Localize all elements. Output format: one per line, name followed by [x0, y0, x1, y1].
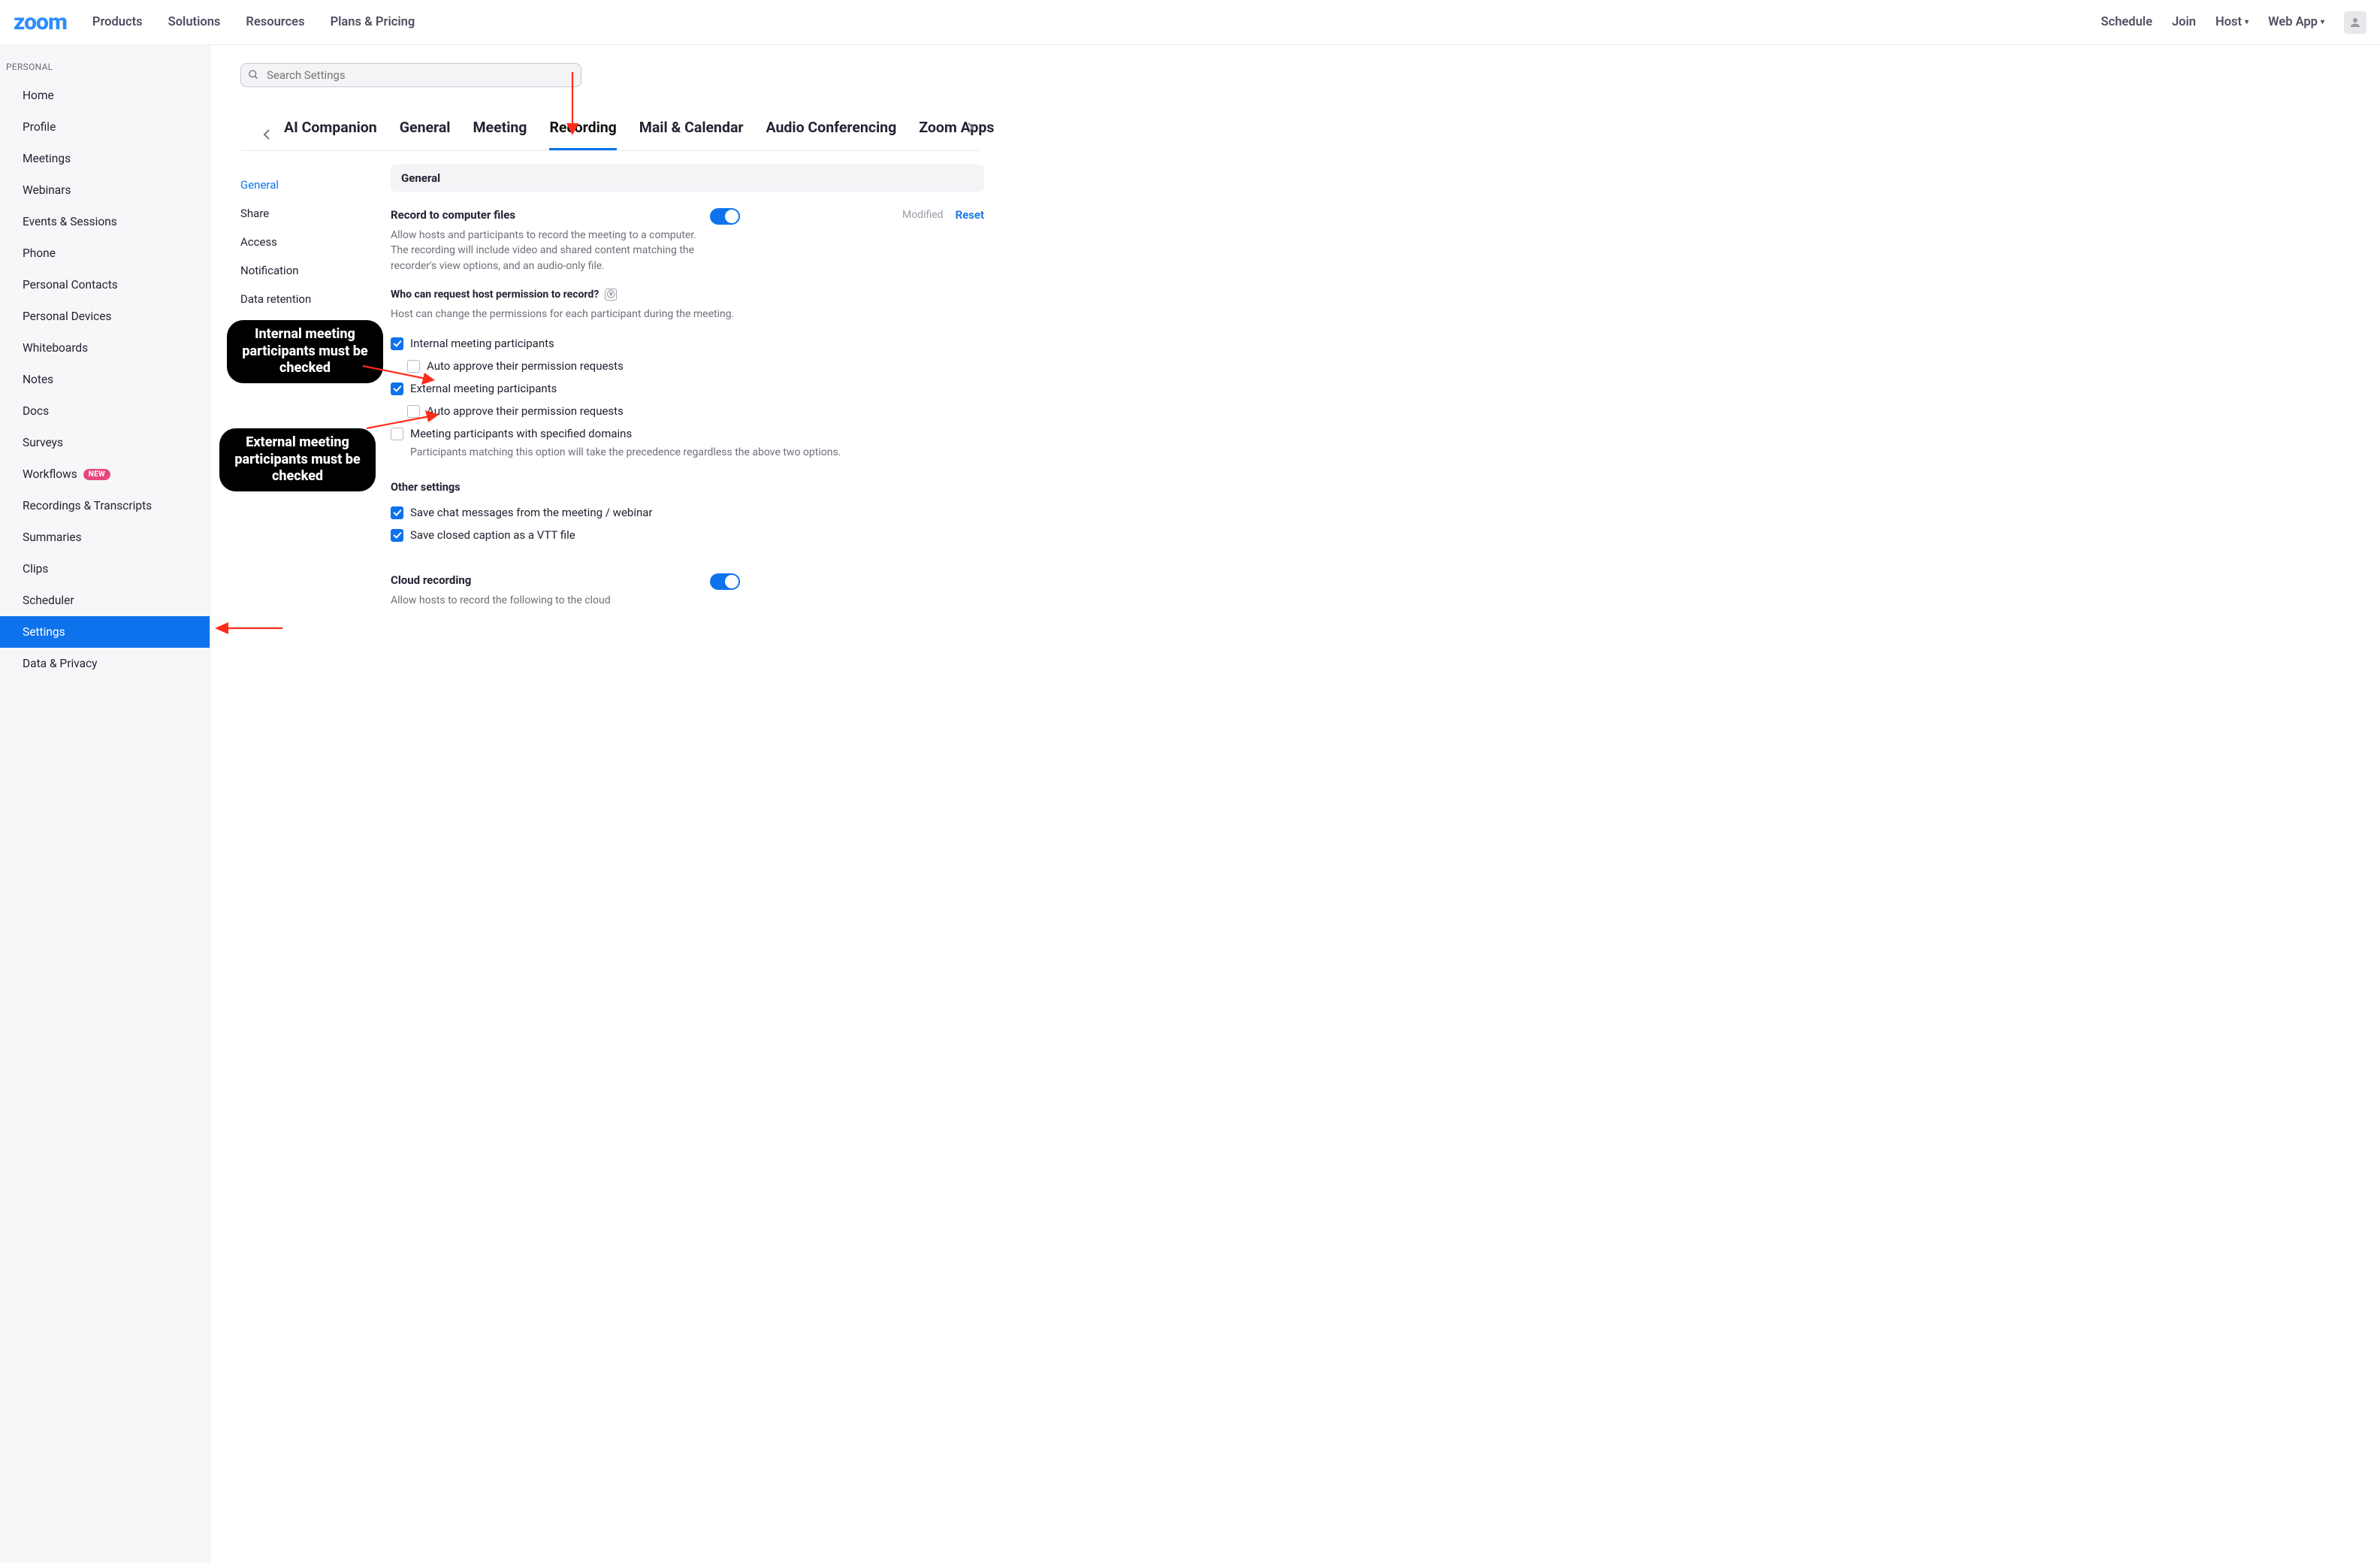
top-navbar: zoom Products Solutions Resources Plans …: [0, 0, 2380, 45]
opt-internal-participants[interactable]: Internal meeting participants: [391, 332, 984, 355]
sidebar-item-notes[interactable]: Notes: [0, 364, 210, 395]
sidebar-item-summaries[interactable]: Summaries: [0, 522, 210, 553]
setting-cloud-recording: Cloud recording Allow hosts to record th…: [391, 573, 984, 608]
who-can-request-title: Who can request host permission to recor…: [391, 289, 599, 301]
opt-external-auto[interactable]: Auto approve their permission requests: [407, 400, 984, 422]
nav-host[interactable]: Host▾: [2215, 15, 2249, 29]
chevron-down-icon: ▾: [2245, 18, 2249, 26]
opt-external-participants[interactable]: External meeting participants: [391, 377, 984, 400]
other-settings-header: Other settings: [391, 481, 984, 494]
sidebar-item-data-privacy[interactable]: Data & Privacy: [0, 648, 210, 679]
subnav-notification[interactable]: Notification: [240, 256, 361, 285]
tab-recording[interactable]: Recording: [549, 119, 616, 150]
help-icon[interactable]: ⓥ: [605, 289, 617, 301]
sidebar-item-surveys[interactable]: Surveys: [0, 427, 210, 458]
sidebar-item-personal-devices[interactable]: Personal Devices: [0, 301, 210, 332]
nav-schedule[interactable]: Schedule: [2101, 15, 2152, 29]
tab-mail-calendar[interactable]: Mail & Calendar: [639, 119, 744, 150]
tabs-scroll-right[interactable]: [962, 119, 980, 137]
checkbox-external[interactable]: [391, 382, 403, 395]
opt-specified-domains-desc: Participants matching this option will t…: [410, 445, 984, 460]
zoom-logo[interactable]: zoom: [14, 9, 67, 35]
subnav-data-retention[interactable]: Data retention: [240, 285, 361, 313]
toggle-cloud-recording[interactable]: [710, 573, 740, 590]
sidebar-item-profile[interactable]: Profile: [0, 111, 210, 143]
search-settings[interactable]: [240, 63, 581, 87]
sidebar-item-settings[interactable]: Settings: [0, 616, 210, 648]
nav-right: Schedule Join Host▾ Web App▾: [2101, 11, 2366, 34]
sidebar-item-webinars[interactable]: Webinars: [0, 174, 210, 206]
sidebar: PERSONAL HomeProfileMeetingsWebinarsEven…: [0, 45, 210, 1563]
tab-general[interactable]: General: [400, 119, 451, 150]
sidebar-item-scheduler[interactable]: Scheduler: [0, 585, 210, 616]
settings-panel: General Record to computer files Allow h…: [391, 165, 984, 618]
opt-specified-domains[interactable]: Meeting participants with specified doma…: [391, 422, 984, 445]
checkbox-internal-auto[interactable]: [407, 360, 420, 373]
sidebar-item-events-sessions[interactable]: Events & Sessions: [0, 206, 210, 237]
opt-internal-auto[interactable]: Auto approve their permission requests: [407, 355, 984, 377]
checkbox-save-cc-vtt[interactable]: [391, 529, 403, 542]
sidebar-section-label: PERSONAL: [0, 62, 210, 80]
checkbox-internal[interactable]: [391, 337, 403, 350]
tabs-scroll-left[interactable]: [263, 125, 270, 144]
sidebar-item-docs[interactable]: Docs: [0, 395, 210, 427]
avatar[interactable]: [2344, 11, 2366, 34]
settings-main: AI Companion General Meeting Recording Mail …: [210, 45, 2380, 1563]
tab-audio-conferencing[interactable]: Audio Conferencing: [766, 119, 897, 150]
tab-meeting[interactable]: Meeting: [473, 119, 527, 150]
nav-left: Products Solutions Resources Plans & Pri…: [92, 15, 415, 29]
chevron-down-icon: ▾: [2321, 18, 2324, 26]
checkbox-external-auto[interactable]: [407, 405, 420, 418]
sidebar-item-whiteboards[interactable]: Whiteboards: [0, 332, 210, 364]
opt-save-cc-vtt[interactable]: Save closed caption as a VTT file: [391, 524, 984, 546]
nav-products[interactable]: Products: [92, 15, 143, 29]
sidebar-item-workflows[interactable]: WorkflowsNEW: [0, 458, 210, 490]
tab-ai-companion[interactable]: AI Companion: [284, 119, 377, 150]
sidebar-item-phone[interactable]: Phone: [0, 237, 210, 269]
setting-title: Record to computer files: [391, 208, 699, 222]
setting-desc: Allow hosts and participants to record t…: [391, 228, 699, 274]
sidebar-item-clips[interactable]: Clips: [0, 553, 210, 585]
setting-title: Cloud recording: [391, 573, 699, 587]
who-can-request-desc: Host can change the permissions for each…: [391, 307, 984, 322]
search-input[interactable]: [240, 63, 581, 87]
subnav-access[interactable]: Access: [240, 228, 361, 256]
opt-save-chat[interactable]: Save chat messages from the meeting / we…: [391, 501, 984, 524]
tab-zoom-apps[interactable]: Zoom Apps: [919, 119, 994, 150]
reset-button[interactable]: Reset: [956, 208, 984, 222]
chevron-left-icon: [263, 129, 270, 140]
nav-plans[interactable]: Plans & Pricing: [331, 15, 415, 29]
recording-subnav: GeneralShareAccessNotificationData reten…: [240, 165, 361, 618]
user-icon: [2348, 16, 2362, 29]
toggle-record-to-computer[interactable]: [710, 208, 740, 225]
setting-desc: Allow hosts to record the following to t…: [391, 593, 699, 608]
badge-new: NEW: [83, 469, 110, 480]
nav-webapp[interactable]: Web App▾: [2268, 15, 2324, 29]
subnav-share[interactable]: Share: [240, 199, 361, 228]
chevron-right-icon: [967, 122, 974, 133]
sidebar-item-meetings[interactable]: Meetings: [0, 143, 210, 174]
sidebar-item-personal-contacts[interactable]: Personal Contacts: [0, 269, 210, 301]
nav-resources[interactable]: Resources: [246, 15, 304, 29]
nav-solutions[interactable]: Solutions: [168, 15, 221, 29]
group-header-general: General: [391, 165, 984, 192]
search-icon: [248, 69, 259, 80]
nav-join[interactable]: Join: [2172, 15, 2196, 29]
sidebar-item-home[interactable]: Home: [0, 80, 210, 111]
checkbox-save-chat[interactable]: [391, 506, 403, 519]
setting-record-to-computer: Record to computer files Allow hosts and…: [391, 208, 984, 274]
modified-label: Modified: [902, 209, 944, 221]
checkbox-domains[interactable]: [391, 428, 403, 440]
sidebar-item-recordings-transcripts[interactable]: Recordings & Transcripts: [0, 490, 210, 522]
settings-tabs: AI Companion General Meeting Recording Mail …: [240, 119, 980, 151]
subnav-general[interactable]: General: [240, 171, 361, 199]
